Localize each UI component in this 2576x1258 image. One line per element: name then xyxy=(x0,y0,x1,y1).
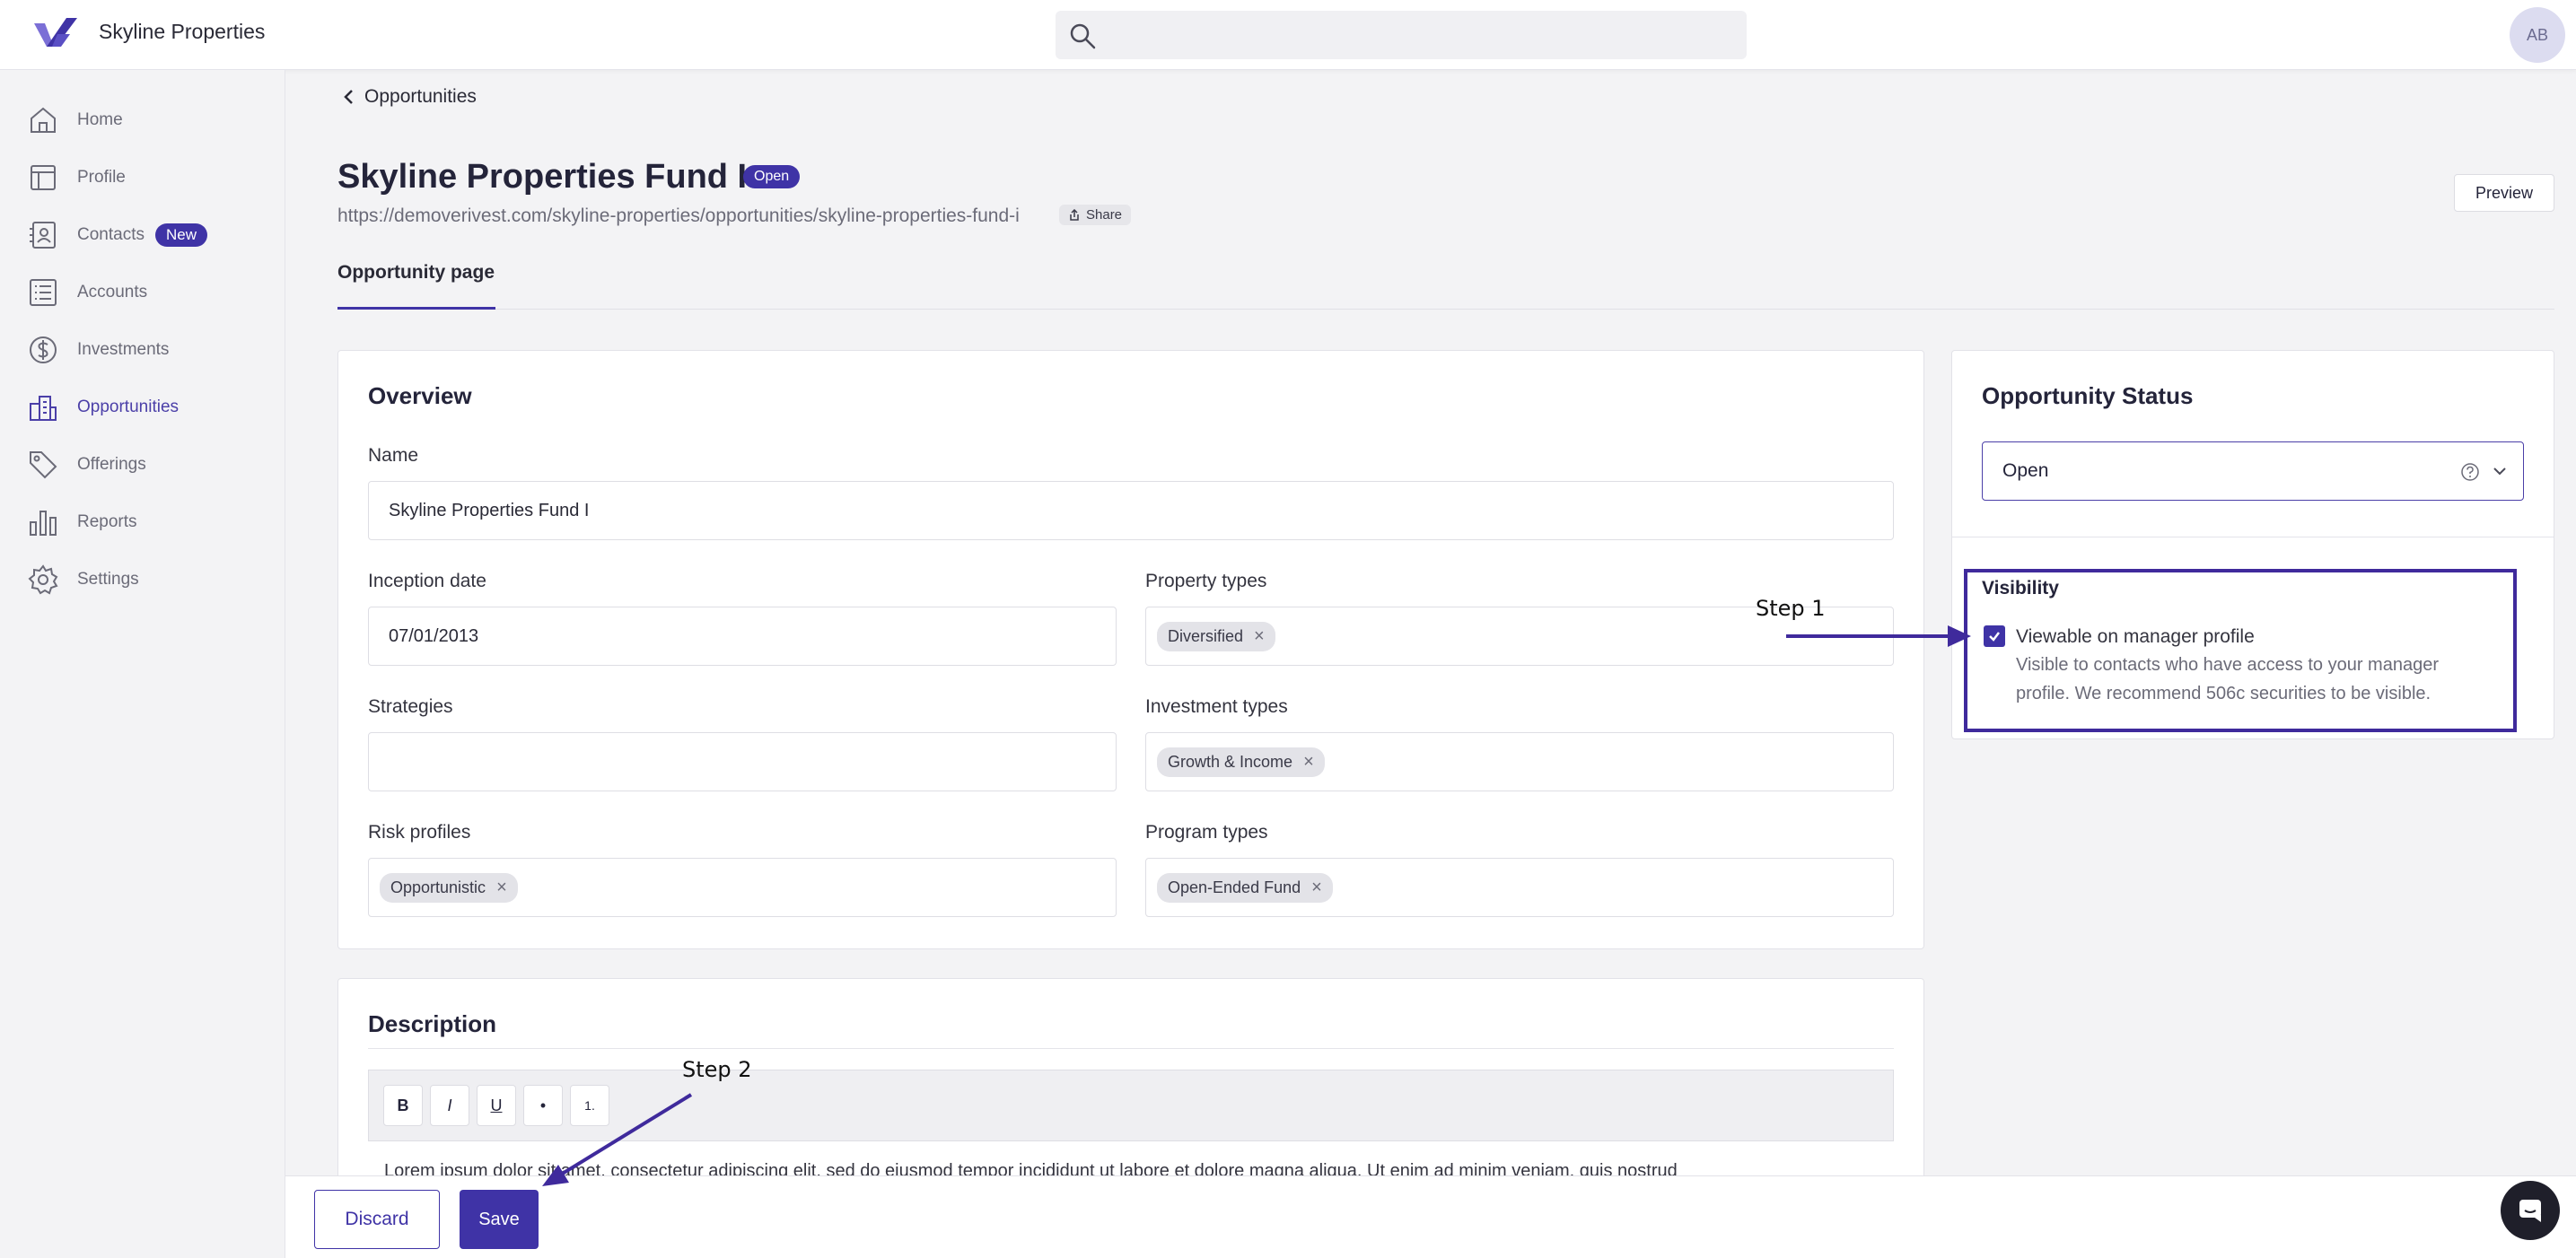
property-types-label: Property types xyxy=(1145,571,1267,591)
sidebar-item-label: Accounts xyxy=(77,283,148,301)
avatar[interactable]: AB xyxy=(2510,7,2565,63)
search-input[interactable] xyxy=(1056,11,1747,59)
save-button[interactable]: Save xyxy=(460,1190,539,1249)
sidebar-item-label: Profile xyxy=(77,168,126,187)
chip-label: Open-Ended Fund xyxy=(1168,878,1301,896)
back-link[interactable]: Opportunities xyxy=(343,86,477,108)
editor-toolbar: B I U • 1. xyxy=(368,1070,1894,1141)
new-badge: New xyxy=(154,223,207,247)
inception-date-field[interactable]: 07/01/2013 xyxy=(368,607,1117,666)
opportunity-status-title: Opportunity Status xyxy=(1982,382,2194,409)
risk-profiles-label: Risk profiles xyxy=(368,822,471,843)
tab-active-indicator xyxy=(337,307,495,310)
sidebar-item-home[interactable]: Home xyxy=(27,102,123,138)
sidebar-item-label: Home xyxy=(77,110,123,129)
sidebar-item-label: Offerings xyxy=(77,455,146,474)
sidebar-item-label: Reports xyxy=(77,512,137,531)
investment-types-field[interactable]: Growth & Income × xyxy=(1145,732,1894,791)
bottom-action-bar xyxy=(285,1175,2576,1258)
sidebar-item-profile[interactable]: Profile xyxy=(27,160,126,196)
sidebar: Home Profile Contacts New Accounts Inves… xyxy=(0,70,285,1258)
sidebar-item-label: Opportunities xyxy=(77,397,180,416)
remove-chip-icon[interactable]: × xyxy=(1303,752,1314,773)
chat-icon xyxy=(2519,1200,2541,1222)
contacts-icon xyxy=(30,222,56,249)
inception-date-value: 07/01/2013 xyxy=(389,625,479,646)
step-1-annotation: Step 1 xyxy=(1756,596,1826,621)
brand-logo[interactable] xyxy=(34,18,83,52)
bold-button[interactable]: B xyxy=(383,1085,423,1126)
bullet-list-button[interactable]: • xyxy=(523,1085,563,1126)
risk-profiles-field[interactable]: Opportunistic × xyxy=(368,858,1117,917)
preview-button[interactable]: Preview xyxy=(2454,174,2554,212)
profile-icon xyxy=(31,165,56,190)
program-type-chip: Open-Ended Fund × xyxy=(1157,872,1333,903)
status-select[interactable]: Open xyxy=(1982,441,2524,501)
italic-button[interactable]: I xyxy=(430,1085,469,1126)
sidebar-item-label: Settings xyxy=(77,570,139,589)
sidebar-item-accounts[interactable]: Accounts xyxy=(27,275,147,310)
sidebar-item-label: Investments xyxy=(77,340,170,359)
top-bar: Skyline Properties AB xyxy=(0,0,2576,70)
home-icon xyxy=(31,107,56,133)
dollar-icon xyxy=(30,336,57,363)
share-label: Share xyxy=(1086,207,1123,223)
building-icon xyxy=(30,396,57,421)
tab-divider xyxy=(337,309,2554,310)
investment-types-label: Investment types xyxy=(1145,696,1288,717)
risk-profile-chip: Opportunistic × xyxy=(380,872,518,903)
strategies-label: Strategies xyxy=(368,696,453,717)
help-icon[interactable] xyxy=(2460,462,2480,482)
accounts-icon xyxy=(30,279,57,306)
description-title: Description xyxy=(368,1010,497,1037)
overview-title: Overview xyxy=(368,382,472,409)
share-button[interactable]: Share xyxy=(1059,205,1132,225)
chip-label: Growth & Income xyxy=(1168,752,1293,771)
chat-button[interactable] xyxy=(2501,1181,2560,1240)
sidebar-item-contacts[interactable]: Contacts New xyxy=(27,217,207,253)
chip-label: Opportunistic xyxy=(390,878,486,896)
name-label: Name xyxy=(368,445,419,466)
bar-chart-icon xyxy=(30,511,57,536)
back-link-label: Opportunities xyxy=(364,86,477,107)
tag-icon xyxy=(30,451,57,479)
sidebar-item-label: Contacts xyxy=(77,225,145,244)
strategies-field[interactable] xyxy=(368,732,1117,791)
status-badge: Open xyxy=(743,165,801,188)
discard-button[interactable]: Discard xyxy=(314,1190,440,1249)
visibility-highlight-box xyxy=(1964,569,2517,732)
tab-opportunity-page[interactable]: Opportunity page xyxy=(337,262,495,284)
name-value: Skyline Properties Fund I xyxy=(389,500,590,520)
chevron-left-icon xyxy=(344,90,353,104)
sidebar-item-settings[interactable]: Settings xyxy=(27,562,139,598)
description-divider xyxy=(368,1048,1894,1049)
program-types-field[interactable]: Open-Ended Fund × xyxy=(1145,858,1894,917)
property-type-chip: Diversified × xyxy=(1157,621,1275,651)
underline-button[interactable]: U xyxy=(477,1085,516,1126)
share-icon xyxy=(1070,208,1079,221)
status-select-value: Open xyxy=(2002,460,2049,481)
program-types-label: Program types xyxy=(1145,822,1268,843)
step-2-annotation: Step 2 xyxy=(682,1057,752,1082)
remove-chip-icon[interactable]: × xyxy=(496,878,507,898)
brand-name: Skyline Properties xyxy=(99,20,266,43)
chevron-down-icon xyxy=(2493,467,2506,476)
name-field[interactable]: Skyline Properties Fund I xyxy=(368,481,1894,540)
chip-label: Diversified xyxy=(1168,626,1244,645)
sidebar-item-investments[interactable]: Investments xyxy=(27,332,169,368)
remove-chip-icon[interactable]: × xyxy=(1254,626,1265,647)
sidebar-item-offerings[interactable]: Offerings xyxy=(27,447,146,483)
page-url: https://demoverivest.com/skyline-propert… xyxy=(337,205,1020,226)
sidebar-item-opportunities[interactable]: Opportunities xyxy=(27,389,179,425)
sidebar-item-reports[interactable]: Reports xyxy=(27,504,137,540)
inception-date-label: Inception date xyxy=(368,571,486,591)
gear-icon xyxy=(28,564,58,595)
investment-type-chip: Growth & Income × xyxy=(1157,747,1325,777)
remove-chip-icon[interactable]: × xyxy=(1311,878,1322,898)
search-icon xyxy=(1070,23,1096,49)
page-title: Skyline Properties Fund I xyxy=(337,158,748,196)
numbered-list-button[interactable]: 1. xyxy=(570,1085,609,1126)
